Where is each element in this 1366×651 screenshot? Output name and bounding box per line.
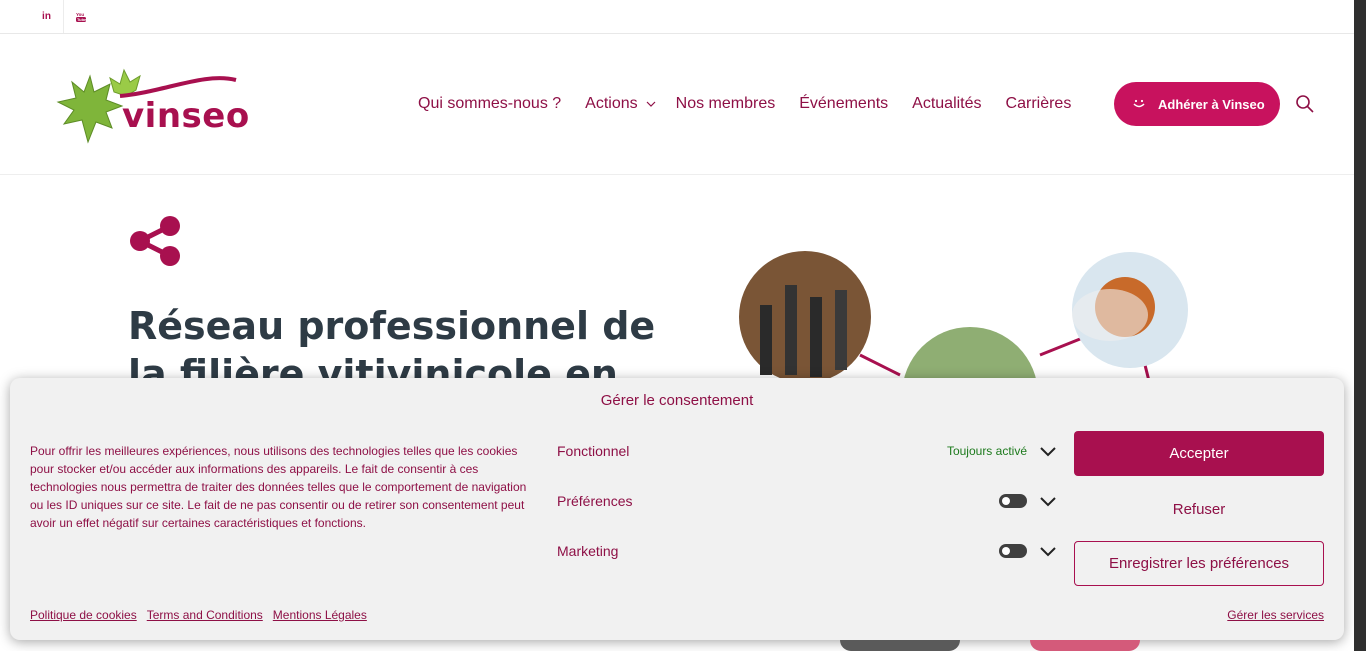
- bubble-image-bottom-right: [1030, 640, 1140, 651]
- join-button[interactable]: Adhérer à Vinseo: [1114, 82, 1280, 126]
- save-preferences-button[interactable]: Enregistrer les préférences: [1074, 541, 1324, 586]
- site-header: vinseo Qui sommes-nous ? Actions Nos mem…: [0, 34, 1354, 175]
- consent-description: Pour offrir les meilleures expériences, …: [30, 444, 527, 530]
- cookie-policy-link[interactable]: Politique de cookies: [30, 608, 137, 622]
- scrollbar[interactable]: [1354, 0, 1366, 651]
- nav-item-evenements[interactable]: Événements: [799, 95, 888, 113]
- join-button-label: Adhérer à Vinseo: [1158, 96, 1265, 112]
- nav-label: Qui sommes-nous ?: [418, 95, 562, 112]
- linkedin-icon[interactable]: in: [30, 0, 64, 33]
- preferences-toggle[interactable]: [999, 494, 1027, 508]
- youtube-icon[interactable]: You Tube: [64, 0, 98, 33]
- consent-title: Gérer le consentement: [600, 392, 754, 409]
- share-icon: [130, 216, 180, 266]
- category-label: Fonctionnel: [557, 443, 630, 459]
- chevron-down-icon[interactable]: [1039, 495, 1057, 507]
- category-label: Préférences: [557, 493, 633, 509]
- terms-link[interactable]: Terms and Conditions: [147, 608, 263, 622]
- consent-category-preferences[interactable]: Préférences: [547, 480, 1057, 522]
- consent-category-marketing[interactable]: Marketing: [547, 530, 1057, 572]
- hero-illustration: [739, 251, 1188, 385]
- top-bar: in You Tube: [0, 0, 1354, 34]
- search-icon[interactable]: [1295, 94, 1315, 114]
- nav-label: Actualités: [912, 95, 982, 112]
- svg-text:Tube: Tube: [77, 17, 87, 22]
- manage-services-link[interactable]: Gérer les services: [1227, 608, 1324, 622]
- consent-links: Politique de cookies Terms and Condition…: [30, 608, 377, 622]
- cookie-consent-banner: Gérer le consentement Pour offrir les me…: [10, 378, 1344, 640]
- marketing-toggle[interactable]: [999, 544, 1027, 558]
- nav-label: Nos membres: [675, 95, 776, 112]
- nav-item-nos-membres[interactable]: Nos membres: [676, 95, 776, 113]
- linkedin-label: in: [42, 11, 51, 22]
- chevron-down-icon[interactable]: [1039, 445, 1057, 457]
- category-label: Marketing: [557, 543, 619, 559]
- smile-icon: [1133, 99, 1145, 108]
- chevron-down-icon[interactable]: [1039, 545, 1057, 557]
- consent-category-functional[interactable]: Fonctionnel Toujours activé: [547, 430, 1057, 472]
- nav-label: Actions: [585, 95, 638, 112]
- accept-button[interactable]: Accepter: [1074, 431, 1324, 476]
- chevron-down-icon: [646, 101, 656, 107]
- nav-item-actualites[interactable]: Actualités: [912, 95, 981, 113]
- logo[interactable]: vinseo: [54, 62, 254, 152]
- legal-notice-link[interactable]: Mentions Légales: [273, 608, 367, 622]
- logo-text: vinseo: [122, 96, 250, 136]
- nav-item-actions[interactable]: Actions: [585, 95, 656, 113]
- nav-item-carrieres[interactable]: Carrières: [1006, 95, 1072, 113]
- nav-label: Carrières: [1005, 95, 1072, 112]
- refuse-button[interactable]: Refuser: [1074, 487, 1324, 532]
- bubble-image-bottom-left: [840, 640, 960, 651]
- always-active-label: Toujours activé: [946, 444, 1027, 458]
- nav-item-qui-sommes-nous[interactable]: Qui sommes-nous ?: [418, 95, 561, 113]
- main-nav: Qui sommes-nous ? Actions Nos membres Év…: [418, 82, 1095, 126]
- nav-label: Événements: [799, 95, 889, 112]
